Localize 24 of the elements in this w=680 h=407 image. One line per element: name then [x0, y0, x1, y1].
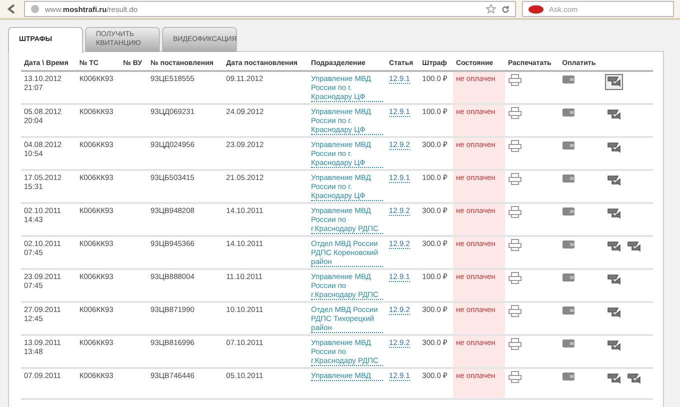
star-icon[interactable]	[486, 4, 496, 14]
printer-icon[interactable]	[508, 206, 522, 218]
wallet-icon[interactable]	[562, 140, 576, 150]
printer-icon[interactable]	[508, 371, 522, 384]
printer-icon[interactable]	[508, 140, 522, 152]
wallet-icon[interactable]	[562, 173, 576, 184]
printer-icon[interactable]	[508, 239, 522, 252]
wallet-icon[interactable]	[562, 338, 576, 348]
search-engine-icon	[528, 4, 544, 14]
wallet-icon[interactable]	[562, 74, 576, 84]
printer-icon[interactable]	[508, 338, 522, 350]
printer-icon[interactable]	[508, 107, 522, 120]
wallet-icon[interactable]	[562, 272, 576, 282]
wallet-icon[interactable]	[562, 305, 576, 316]
printer-icon[interactable]	[508, 305, 522, 318]
wallet-icon[interactable]	[562, 371, 576, 382]
wallet-icon[interactable]	[562, 239, 576, 250]
camera-icon[interactable]	[605, 74, 624, 90]
reload-icon[interactable]	[501, 4, 510, 14]
printer-icon[interactable]	[508, 74, 522, 86]
wallet-icon[interactable]	[562, 206, 576, 216]
printer-icon[interactable]	[508, 173, 522, 186]
wallet-icon[interactable]	[562, 107, 576, 118]
printer-icon[interactable]	[508, 272, 522, 284]
